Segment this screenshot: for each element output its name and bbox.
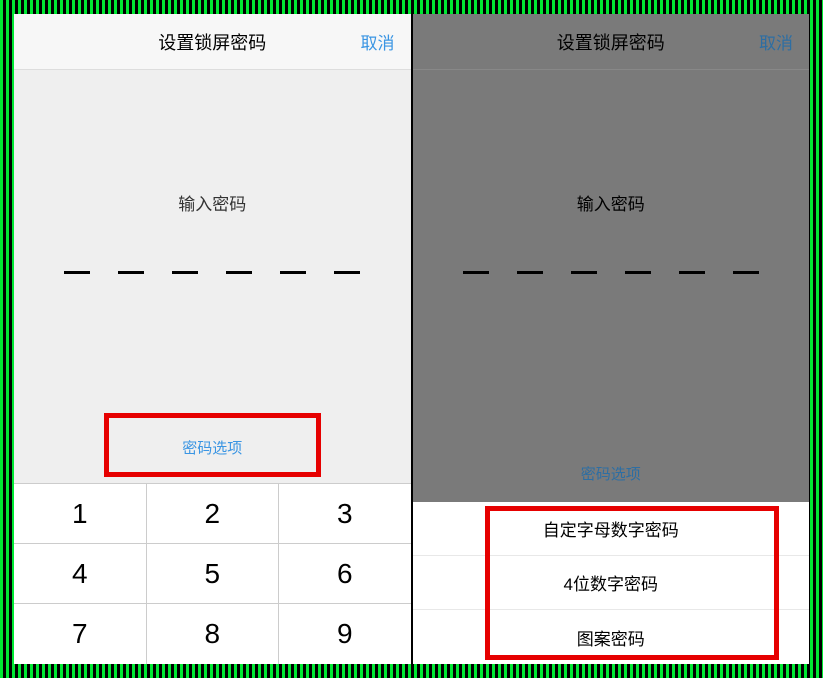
password-dash — [517, 271, 543, 274]
password-options-area: 密码选项 — [413, 442, 810, 502]
content-area: 输入密码 — [14, 70, 411, 407]
password-dash — [625, 271, 651, 274]
page-title: 设置锁屏密码 — [557, 29, 665, 55]
keypad-key-9[interactable]: 9 — [279, 604, 411, 664]
keypad-key-3[interactable]: 3 — [279, 484, 411, 544]
password-options-link[interactable]: 密码选项 — [182, 437, 242, 458]
password-dash — [733, 271, 759, 274]
password-dashes — [463, 271, 759, 274]
content-area-dimmed: 输入密码 密码选项 — [413, 70, 810, 502]
keypad-key-2[interactable]: 2 — [147, 484, 280, 544]
password-options-area: 密码选项 — [14, 407, 411, 483]
password-options-link[interactable]: 密码选项 — [581, 463, 641, 484]
password-dash — [463, 271, 489, 274]
password-dash — [571, 271, 597, 274]
password-dashes — [64, 271, 360, 274]
cancel-button[interactable]: 取消 — [759, 29, 793, 54]
header: 设置锁屏密码 取消 — [413, 14, 810, 70]
header: 设置锁屏密码 取消 — [14, 14, 411, 70]
keypad-row: 7 8 9 — [14, 604, 411, 664]
password-dash — [172, 271, 198, 274]
password-dash — [118, 271, 144, 274]
popup-option-4-digit[interactable]: 4位数字密码 — [413, 556, 810, 610]
password-prompt: 输入密码 — [577, 190, 645, 215]
keypad-row: 4 5 6 — [14, 544, 411, 604]
dual-screenshot-container: 设置锁屏密码 取消 输入密码 密码选项 1 2 3 — [0, 0, 823, 678]
numeric-keypad: 1 2 3 4 5 6 7 8 9 — [14, 483, 411, 664]
keypad-key-4[interactable]: 4 — [14, 544, 147, 604]
password-prompt: 输入密码 — [178, 190, 246, 215]
page-title: 设置锁屏密码 — [158, 29, 266, 55]
password-dash — [280, 271, 306, 274]
popup-option-custom-alphanumeric[interactable]: 自定字母数字密码 — [413, 502, 810, 556]
phone-right: 设置锁屏密码 取消 输入密码 密码选项 自定字母数字密码 4位数字密码 图案密码 — [413, 14, 810, 664]
cancel-button[interactable]: 取消 — [361, 29, 395, 54]
keypad-row: 1 2 3 — [14, 484, 411, 544]
password-dash — [679, 271, 705, 274]
password-dash — [334, 271, 360, 274]
popup-option-pattern[interactable]: 图案密码 — [413, 610, 810, 664]
password-options-popup: 自定字母数字密码 4位数字密码 图案密码 — [413, 502, 810, 664]
keypad-key-5[interactable]: 5 — [147, 544, 280, 604]
phone-left: 设置锁屏密码 取消 输入密码 密码选项 1 2 3 — [14, 14, 411, 664]
keypad-key-8[interactable]: 8 — [147, 604, 280, 664]
password-dash — [64, 271, 90, 274]
keypad-key-7[interactable]: 7 — [14, 604, 147, 664]
keypad-key-6[interactable]: 6 — [279, 544, 411, 604]
password-dash — [226, 271, 252, 274]
keypad-key-1[interactable]: 1 — [14, 484, 147, 544]
